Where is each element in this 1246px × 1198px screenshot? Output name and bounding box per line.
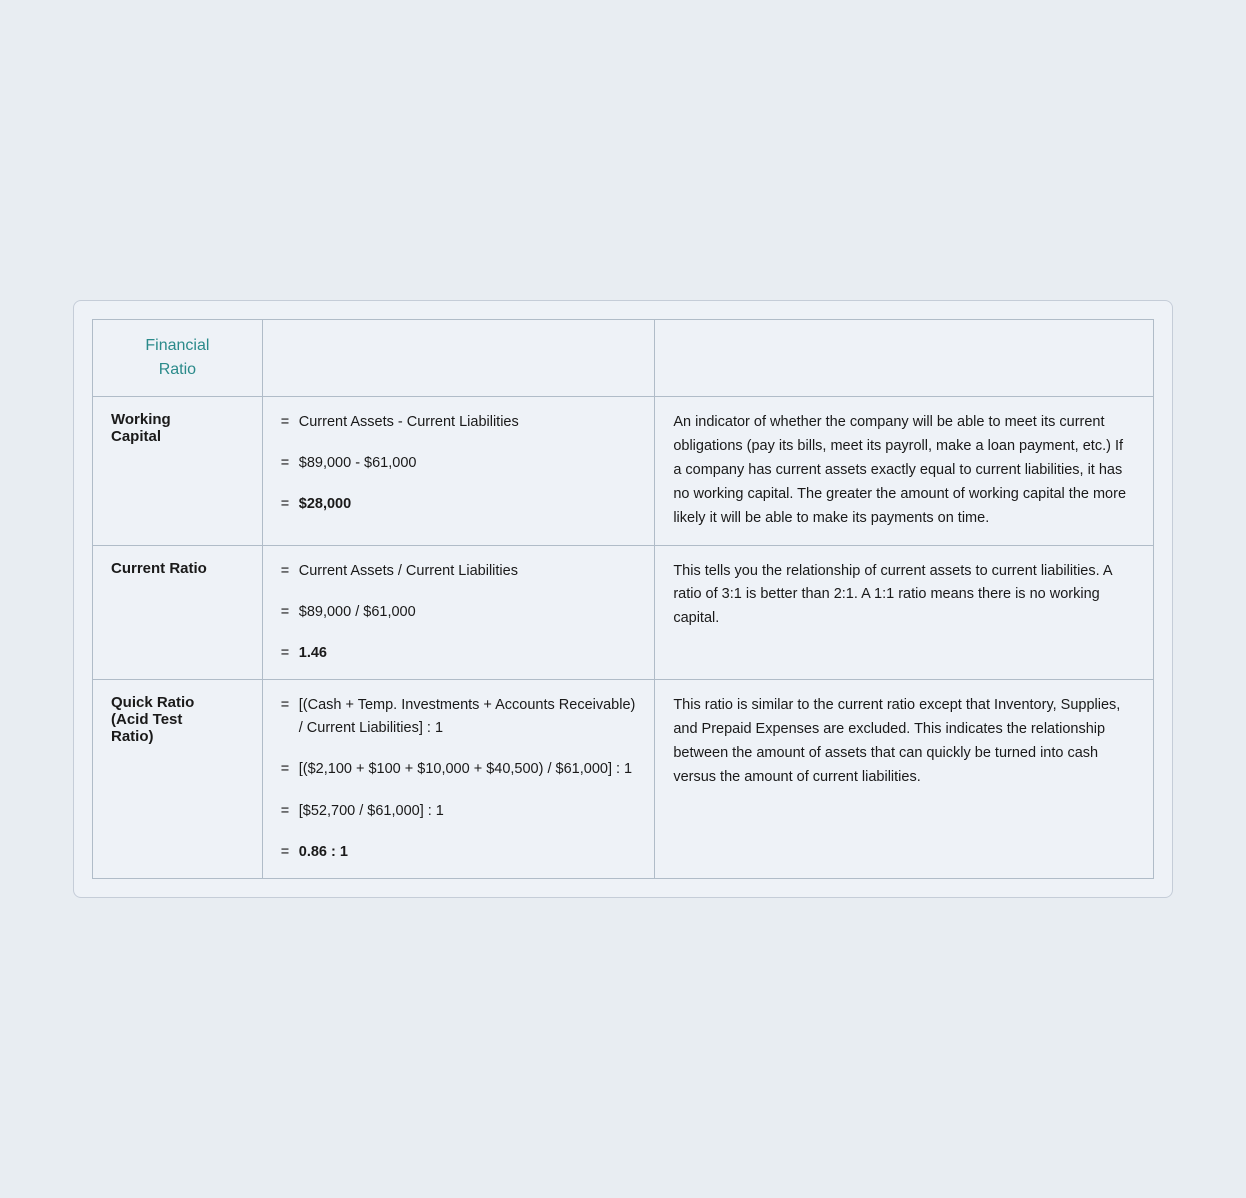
calc-cell: = Current Assets / Current Liabilities = $8… — [262, 545, 655, 680]
tells-cell: This tells you the relationship of curre… — [655, 545, 1154, 680]
calc-line: = [(Cash + Temp. Investments + Accounts R… — [281, 694, 637, 740]
ratio-name-cell: Current Ratio — [93, 545, 263, 680]
header-how-to-calculate — [262, 319, 655, 396]
calc-value: [($2,100 + $100 + $10,000 + $40,500) / $… — [299, 758, 632, 781]
equals-sign: = — [281, 493, 293, 516]
calc-line: = Current Assets / Current Liabilities — [281, 560, 637, 583]
calc-line: = $89,000 - $61,000 — [281, 452, 637, 475]
calc-cell: = Current Assets - Current Liabilities = $8… — [262, 396, 655, 545]
equals-sign: = — [281, 642, 293, 665]
equals-sign: = — [281, 758, 293, 781]
calc-value: $89,000 / $61,000 — [299, 601, 416, 624]
tells-cell: This ratio is similar to the current rat… — [655, 680, 1154, 879]
calc-value: $89,000 - $61,000 — [299, 452, 417, 475]
calc-line: = [$52,700 / $61,000] : 1 — [281, 800, 637, 823]
calc-value: 0.86 : 1 — [299, 841, 348, 864]
calc-line: = Current Assets - Current Liabilities — [281, 411, 637, 434]
equals-sign: = — [281, 411, 293, 434]
equals-sign: = — [281, 841, 293, 864]
calc-value: [(Cash + Temp. Investments + Accounts Re… — [299, 694, 637, 740]
calc-value: $28,000 — [299, 493, 351, 516]
equals-sign: = — [281, 800, 293, 823]
calc-value: 1.46 — [299, 642, 327, 665]
tells-cell: An indicator of whether the company will… — [655, 396, 1154, 545]
financial-ratios-table: FinancialRatio WorkingCapital = Current As… — [73, 300, 1173, 898]
header-financial-ratio: FinancialRatio — [93, 319, 263, 396]
calc-value: Current Assets - Current Liabilities — [299, 411, 519, 434]
calc-value: [$52,700 / $61,000] : 1 — [299, 800, 444, 823]
calc-line: = 1.46 — [281, 642, 637, 665]
calc-line: = [($2,100 + $100 + $10,000 + $40,500) / … — [281, 758, 637, 781]
calc-line: = $89,000 / $61,000 — [281, 601, 637, 624]
ratio-name-cell: WorkingCapital — [93, 396, 263, 545]
calc-line: = 0.86 : 1 — [281, 841, 637, 864]
header-what-it-tells — [655, 319, 1154, 396]
header-col1-label: FinancialRatio — [145, 337, 209, 378]
equals-sign: = — [281, 601, 293, 624]
equals-sign: = — [281, 694, 293, 717]
calc-line: = $28,000 — [281, 493, 637, 516]
ratio-name-cell: Quick Ratio(Acid TestRatio) — [93, 680, 263, 879]
calc-value: Current Assets / Current Liabilities — [299, 560, 518, 583]
equals-sign: = — [281, 560, 293, 583]
calc-cell: = [(Cash + Temp. Investments + Accounts R… — [262, 680, 655, 879]
equals-sign: = — [281, 452, 293, 475]
